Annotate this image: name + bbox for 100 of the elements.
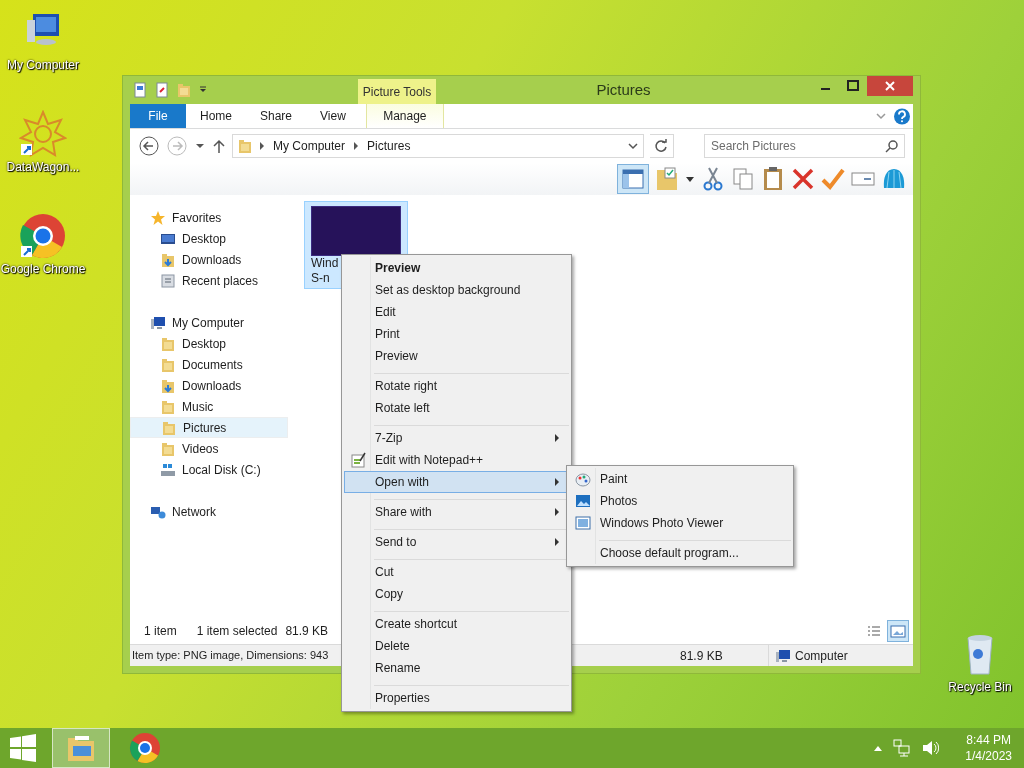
chevron-right-icon [353, 141, 360, 151]
caret-icon[interactable] [685, 174, 695, 184]
menu-item[interactable]: Rotate right [344, 375, 569, 397]
nav-item[interactable]: Documents [130, 354, 288, 375]
menu-item[interactable]: Choose default program... [569, 542, 791, 564]
network-icon[interactable] [893, 739, 912, 757]
close-button[interactable] [867, 76, 913, 96]
file-name: Wind [310, 256, 339, 271]
local-disk-icon [160, 461, 176, 478]
ribbon-tab[interactable]: Share [246, 104, 307, 128]
menu-item[interactable]: Rotate left [344, 397, 569, 419]
folder-icon [161, 419, 177, 436]
speaker-icon[interactable] [921, 739, 940, 757]
folder-icon [160, 356, 176, 373]
pane-layout-icon [622, 169, 644, 189]
chevron-down-icon[interactable] [626, 140, 639, 152]
menu-item[interactable]: Properties [344, 687, 569, 709]
refresh-button[interactable] [649, 134, 674, 158]
taskbar-app[interactable] [52, 728, 110, 768]
nav-item[interactable]: Downloads [130, 249, 288, 270]
menu-item[interactable]: Paint [569, 468, 791, 490]
document-icon [154, 82, 170, 98]
menu-item[interactable]: Create shortcut [344, 613, 569, 635]
menu-item[interactable]: Share with [344, 501, 569, 523]
download-folder-icon [160, 377, 176, 394]
menu-item[interactable]: Rename [344, 657, 569, 679]
image-icon [575, 493, 591, 509]
item-count: 1 item [144, 623, 177, 640]
star-pattern-icon [19, 110, 67, 158]
menu-item[interactable]: Photos [569, 490, 791, 512]
menu-item[interactable]: Delete [344, 635, 569, 657]
menu-item[interactable]: Windows Photo Viewer [569, 512, 791, 534]
file-size: 81.9 KB [680, 647, 724, 665]
folder-icon [160, 398, 176, 415]
large-icons-view-icon [889, 623, 907, 639]
details-view-icon [865, 623, 883, 639]
clipboard-icon[interactable] [761, 166, 785, 192]
computer-icon [150, 314, 166, 331]
image-icon [575, 515, 591, 531]
menu-item[interactable]: 7-Zip [344, 427, 569, 449]
nav-item[interactable]: Videos [130, 438, 288, 459]
folder-check-icon[interactable] [655, 166, 679, 192]
folder-icon [160, 440, 176, 457]
window-title: Pictures [596, 79, 651, 100]
preview-pane-button[interactable] [617, 164, 649, 194]
menu-item[interactable]: Copy [344, 583, 569, 605]
star-icon [150, 209, 166, 226]
properties-icon [132, 82, 148, 98]
pictures-folder-icon [237, 138, 253, 154]
search-field[interactable]: Search Pictures [704, 134, 905, 158]
view-button[interactable] [887, 620, 909, 642]
refresh-icon [654, 139, 669, 153]
selection-count: 1 item selected [196, 623, 278, 640]
nav-item[interactable]: Favorites [130, 207, 288, 228]
menu-item[interactable]: Open with [344, 471, 569, 493]
chevron-up-icon[interactable] [873, 744, 884, 752]
folder-icon [160, 335, 176, 352]
location-label: Computer [795, 647, 848, 665]
nav-item[interactable]: Recent places [130, 270, 288, 291]
nav-item[interactable]: Desktop [130, 228, 288, 249]
menu-item[interactable]: Preview [344, 345, 569, 367]
delete-icon[interactable] [791, 166, 815, 192]
chevron-right-icon [259, 141, 265, 151]
download-folder-icon [160, 251, 176, 268]
windows-logo-icon [9, 734, 37, 762]
checkmark-icon[interactable] [821, 166, 845, 192]
back-icon[interactable] [138, 135, 160, 157]
nav-item[interactable]: Network [130, 501, 288, 522]
ribbon-tab[interactable]: Manage [365, 104, 444, 128]
nav-item[interactable]: Local Disk (C:) [130, 459, 288, 480]
notepad-icon [350, 452, 366, 468]
computer-icon [775, 647, 791, 664]
nav-item[interactable]: Downloads [130, 375, 288, 396]
nav-item[interactable]: Pictures [130, 417, 288, 438]
folder-icon [176, 82, 192, 98]
address-bar[interactable]: My Computer Pictures [232, 134, 644, 158]
menu-item[interactable]: Cut [344, 561, 569, 583]
selection-size: 81.9 KB [285, 623, 329, 640]
breadcrumb-item[interactable]: My Computer [273, 137, 346, 155]
palette-icon [575, 471, 591, 487]
recent-places-icon [160, 272, 176, 289]
ribbon-tab[interactable]: File [130, 104, 186, 128]
breadcrumb-item[interactable]: Pictures [367, 137, 411, 155]
chrome-logo-icon [129, 732, 161, 764]
file-name: S-n [310, 271, 330, 286]
ribbon-tab[interactable]: View [306, 104, 360, 128]
menu-item[interactable]: Edit [344, 301, 569, 323]
menu-item[interactable]: Edit with Notepad++ [344, 449, 569, 471]
ribbon-tab[interactable]: Home [186, 104, 246, 128]
chrome-logo-icon [19, 212, 67, 260]
nav-item[interactable]: My Computer [130, 312, 288, 333]
nav-item[interactable]: Music [130, 396, 288, 417]
search-icon [885, 139, 899, 153]
nav-item[interactable]: Desktop [130, 333, 288, 354]
menu-item[interactable]: Print [344, 323, 569, 345]
close-icon [885, 81, 895, 91]
up-arrow-icon[interactable] [212, 138, 226, 154]
contextual-tab-group: Picture Tools [358, 79, 436, 104]
menu-item[interactable]: Send to [344, 531, 569, 553]
scissors-icon[interactable] [701, 166, 725, 192]
